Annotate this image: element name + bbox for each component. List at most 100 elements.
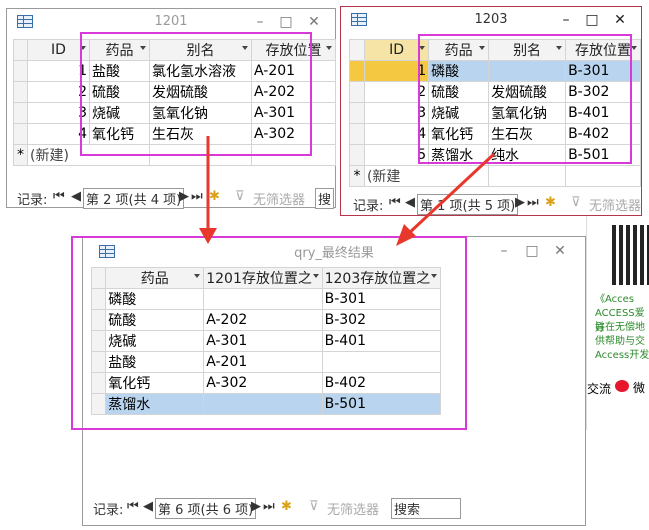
- chevron-down-icon[interactable]: [479, 46, 486, 50]
- column-header-alias[interactable]: 别名: [488, 39, 567, 61]
- cell-drug[interactable]: 烧碱: [89, 102, 150, 124]
- title-bar[interactable]: qry_最终结果 – □ ✕: [83, 237, 585, 263]
- chevron-down-icon[interactable]: [326, 46, 332, 50]
- maximize-icon[interactable]: □: [275, 12, 297, 32]
- chevron-down-icon[interactable]: [312, 274, 319, 278]
- column-header-id[interactable]: ID: [363, 39, 430, 61]
- cell-drug[interactable]: 磷酸: [428, 60, 490, 82]
- record-position[interactable]: 第 2 项(共 4 项): [83, 188, 185, 209]
- cell-drug[interactable]: 硫酸: [105, 309, 205, 331]
- cell-1201-location[interactable]: A-202: [203, 309, 323, 331]
- cell-1201-location[interactable]: A-301: [203, 330, 323, 352]
- cell-alias[interactable]: [488, 60, 567, 82]
- select-all-cell[interactable]: [349, 39, 365, 61]
- table-row[interactable]: 4 氧化钙 生石灰 B-402: [349, 123, 641, 145]
- table-row[interactable]: 3 烧碱 氢氧化钠 B-401: [349, 102, 641, 124]
- cell-drug[interactable]: 烧碱: [105, 330, 205, 352]
- table-row[interactable]: 氧化钙 A-302 B-402: [90, 372, 442, 394]
- row-selector[interactable]: [90, 351, 107, 373]
- minimize-icon[interactable]: –: [249, 12, 271, 32]
- search-input[interactable]: 搜索: [391, 498, 461, 519]
- cell-1201-location[interactable]: A-302: [203, 372, 323, 394]
- row-selector[interactable]: [13, 81, 28, 103]
- first-record-button[interactable]: ⏮: [53, 189, 65, 204]
- funnel-icon[interactable]: ⊽: [309, 499, 319, 514]
- row-selector[interactable]: [349, 60, 365, 82]
- row-selector[interactable]: [13, 123, 28, 145]
- table-row[interactable]: 硫酸 A-202 B-302: [90, 309, 442, 331]
- column-header-1201-location[interactable]: 1201存放位置之: [203, 267, 323, 289]
- row-selector[interactable]: [90, 330, 107, 352]
- column-header-drug[interactable]: 药品: [89, 39, 150, 61]
- table-row[interactable]: 3 烧碱 氢氧化钠 A-301: [13, 102, 336, 124]
- chevron-down-icon[interactable]: [631, 46, 637, 50]
- cell-location[interactable]: B-402: [565, 123, 641, 145]
- empty-cell[interactable]: [488, 165, 567, 187]
- cell-location[interactable]: A-202: [251, 81, 336, 103]
- chevron-down-icon[interactable]: [242, 46, 248, 50]
- maximize-icon[interactable]: □: [521, 241, 543, 261]
- column-header-id[interactable]: ID: [27, 39, 90, 61]
- cell-drug[interactable]: 硫酸: [89, 81, 150, 103]
- share-text[interactable]: 交流: [587, 380, 611, 397]
- funnel-icon[interactable]: ⊽: [571, 195, 581, 210]
- table-row[interactable]: 1 盐酸 氯化氢水溶液 A-201: [13, 60, 336, 82]
- cell-1201-location[interactable]: [203, 288, 323, 310]
- empty-cell[interactable]: [565, 165, 641, 187]
- column-header-alias[interactable]: 别名: [149, 39, 252, 61]
- cell-drug[interactable]: 硫酸: [428, 81, 490, 103]
- empty-cell[interactable]: [251, 144, 336, 166]
- no-filter-label[interactable]: 无筛选器: [253, 189, 305, 208]
- cell-1203-location[interactable]: B-501: [321, 393, 442, 415]
- cell-drug[interactable]: 盐酸: [89, 60, 150, 82]
- next-record-button[interactable]: ▶: [515, 195, 525, 210]
- cell-1203-location[interactable]: B-401: [321, 330, 442, 352]
- cell-drug[interactable]: 蒸馏水: [105, 393, 205, 415]
- first-record-button[interactable]: ⏮: [127, 499, 139, 514]
- row-selector[interactable]: [349, 144, 365, 166]
- cell-location[interactable]: B-401: [565, 102, 641, 124]
- cell-id[interactable]: 2: [27, 81, 90, 103]
- cell-drug[interactable]: 氧化钙: [89, 123, 150, 145]
- weibo-text[interactable]: 微: [633, 379, 645, 396]
- cell-alias[interactable]: 生石灰: [488, 123, 567, 145]
- cell-1203-location[interactable]: B-301: [321, 288, 442, 310]
- next-record-button[interactable]: ▶: [179, 189, 189, 204]
- cell-id[interactable]: 3: [363, 102, 430, 124]
- row-selector[interactable]: [13, 60, 28, 82]
- row-selector[interactable]: [90, 288, 107, 310]
- row-selector[interactable]: [90, 309, 107, 331]
- title-bar[interactable]: 1203 – □ ✕: [341, 7, 641, 33]
- cell-1201-location[interactable]: [203, 393, 323, 415]
- cell-id[interactable]: 3: [27, 102, 90, 124]
- cell-alias[interactable]: 氯化氢水溶液: [149, 60, 252, 82]
- table-row[interactable]: 磷酸 B-301: [90, 288, 442, 310]
- minimize-icon[interactable]: –: [555, 10, 577, 30]
- select-all-cell[interactable]: [13, 39, 28, 61]
- cell-id[interactable]: 4: [27, 123, 90, 145]
- last-record-button[interactable]: ⏭: [263, 499, 275, 514]
- column-header-drug[interactable]: 药品: [105, 267, 205, 289]
- cell-id[interactable]: 1: [27, 60, 90, 82]
- chevron-down-icon[interactable]: [140, 46, 146, 50]
- column-header-drug[interactable]: 药品: [428, 39, 490, 61]
- maximize-icon[interactable]: □: [581, 10, 603, 30]
- cell-location[interactable]: B-301: [565, 60, 641, 82]
- column-header-1203-location[interactable]: 1203存放位置之: [321, 267, 442, 289]
- record-position[interactable]: 第 6 项(共 6 项): [155, 498, 257, 519]
- prev-record-button[interactable]: ◀: [71, 189, 81, 204]
- table-row[interactable]: 1 磷酸 B-301: [349, 60, 641, 82]
- cell-1201-location[interactable]: A-201: [203, 351, 323, 373]
- new-record-button[interactable]: ✱: [281, 499, 292, 514]
- weibo-icon[interactable]: [615, 380, 629, 392]
- chevron-down-icon[interactable]: [194, 274, 201, 278]
- new-record-row[interactable]: * (新建): [13, 144, 336, 166]
- table-row[interactable]: 2 硫酸 发烟硫酸 A-202: [13, 81, 336, 103]
- cell-location[interactable]: A-201: [251, 60, 336, 82]
- cell-drug[interactable]: 烧碱: [428, 102, 490, 124]
- chevron-down-icon[interactable]: [80, 46, 86, 50]
- close-icon[interactable]: ✕: [549, 241, 571, 261]
- row-selector[interactable]: [349, 102, 365, 124]
- cell-location[interactable]: A-302: [251, 123, 336, 145]
- cell-drug[interactable]: 氧化钙: [105, 372, 205, 394]
